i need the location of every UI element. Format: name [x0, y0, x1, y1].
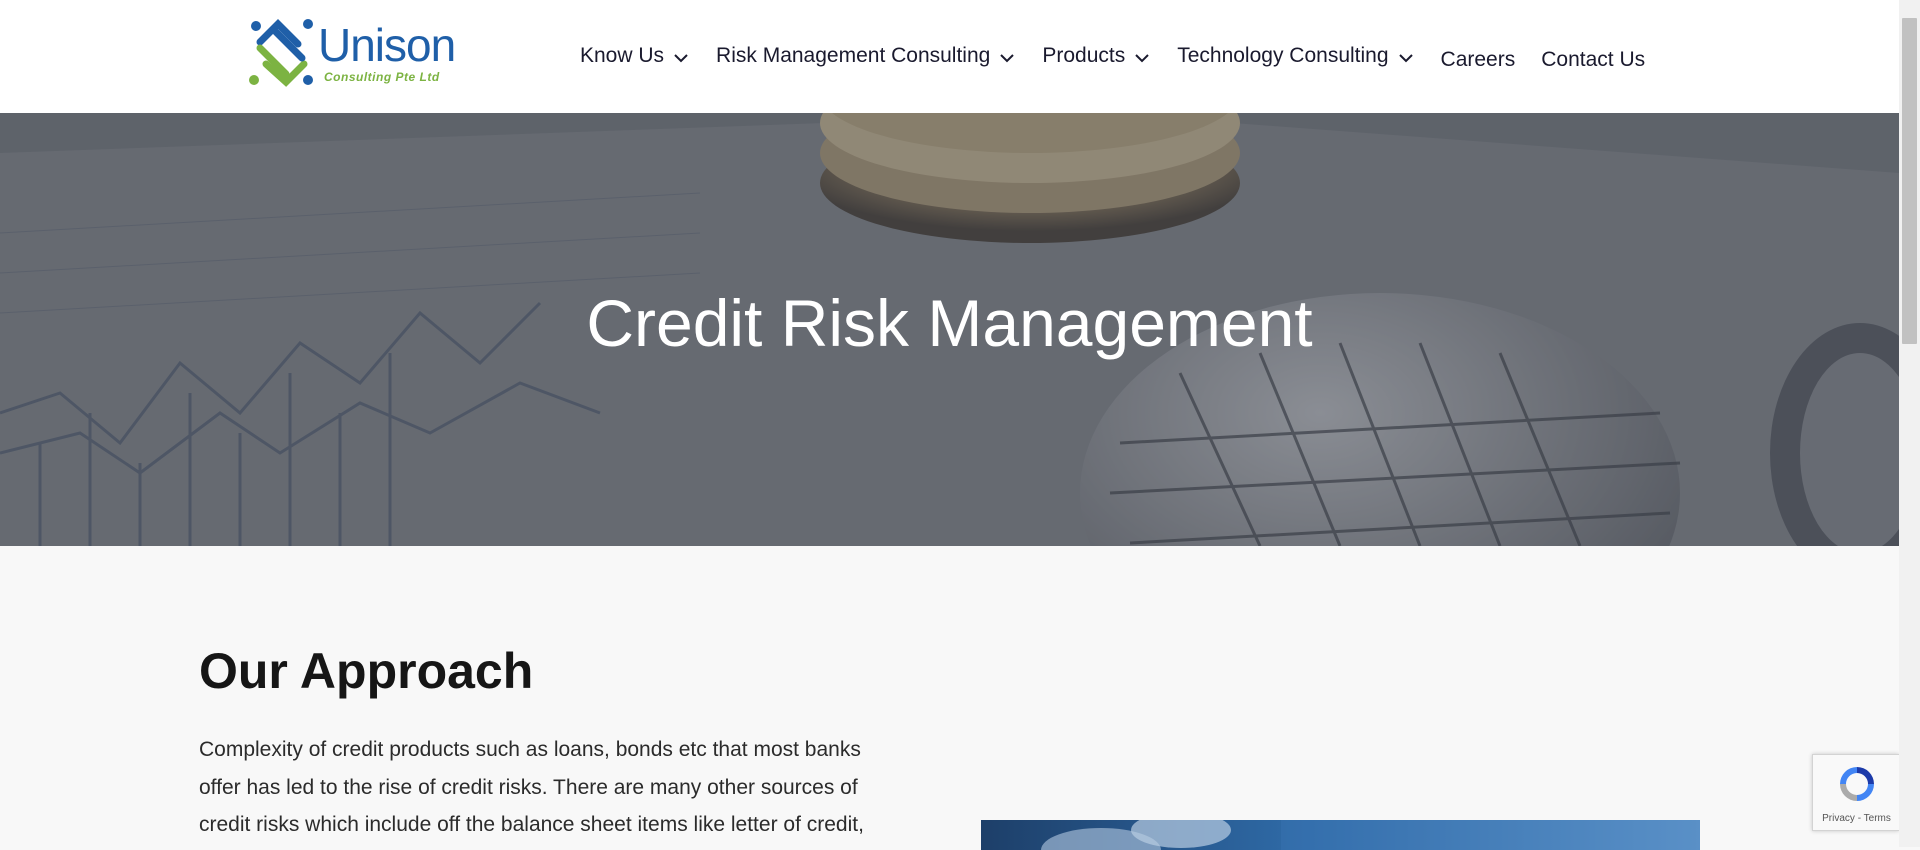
- unison-logo[interactable]: Unison Consulting Pte Ltd: [246, 18, 456, 88]
- nav-item-label: Products: [1042, 44, 1126, 67]
- approach-section: Our Approach Complexity of credit produc…: [0, 546, 1899, 850]
- nav-item-label: Careers: [1440, 48, 1516, 71]
- body-line: Complexity of credit products such as lo…: [199, 738, 861, 761]
- nav-item-technology-consulting[interactable]: Technology Consulting: [1177, 44, 1414, 68]
- chevron-down-icon: [1135, 54, 1149, 63]
- calculator-image: [981, 820, 1700, 850]
- recaptcha-icon: [1840, 767, 1874, 801]
- calculator-image-graphic: [1041, 820, 1700, 850]
- chevron-down-icon: [1398, 54, 1413, 63]
- recaptcha-links[interactable]: Privacy - Terms: [1813, 813, 1900, 824]
- page-scrollbar[interactable]: [1899, 0, 1920, 847]
- nav-item-label: Contact Us: [1541, 48, 1646, 71]
- hero-banner: Credit Risk Management: [0, 113, 1899, 546]
- logo-wordmark: Unison: [318, 19, 456, 71]
- logo-tagline: Consulting Pte Ltd: [324, 70, 440, 84]
- unison-logo-mark-icon: [249, 19, 313, 87]
- chevron-down-icon: [1000, 54, 1015, 63]
- approach-body: Complexity of credit products such as lo…: [199, 731, 909, 844]
- chevron-down-icon: [674, 54, 688, 63]
- scrollbar-thumb[interactable]: [1902, 18, 1917, 344]
- page-title: Credit Risk Management: [586, 286, 1313, 360]
- section-title: Our Approach: [199, 643, 534, 699]
- nav-item-label: Technology Consulting: [1177, 44, 1389, 67]
- nav-item-careers[interactable]: Careers: [1441, 48, 1516, 72]
- nav-item-risk-management-consulting[interactable]: Risk Management Consulting: [716, 44, 1016, 68]
- nav-item-label: Risk Management Consulting: [716, 44, 991, 67]
- nav-item-label: Know Us: [580, 44, 665, 67]
- main-nav: Know Us Risk Management Consulting Produ…: [580, 38, 1671, 74]
- site-header: Unison Consulting Pte Ltd Know Us Risk M…: [0, 0, 1899, 113]
- body-line: offer has led to the rise of credit risk…: [199, 775, 858, 799]
- nav-item-contact-us[interactable]: Contact Us: [1541, 48, 1645, 72]
- recaptcha-badge[interactable]: Privacy - Terms: [1812, 754, 1899, 831]
- nav-item-products[interactable]: Products: [1042, 44, 1151, 68]
- body-line: credit risks which include off the balan…: [199, 813, 864, 836]
- nav-item-know-us[interactable]: Know Us: [580, 44, 690, 68]
